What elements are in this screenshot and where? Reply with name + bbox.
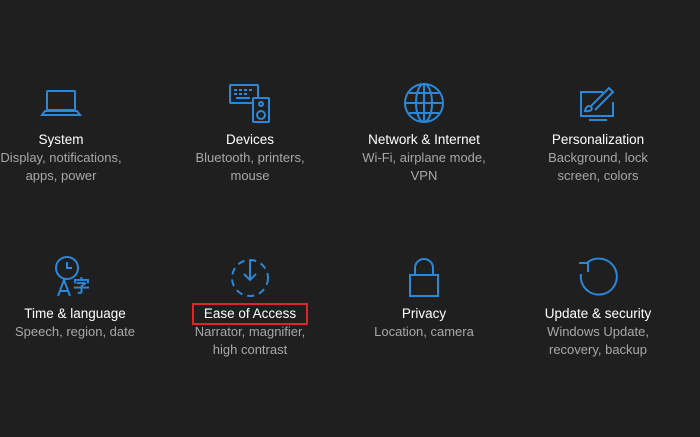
ease-of-access-icon: [227, 254, 273, 300]
tile-description: Speech, region, date: [15, 324, 135, 339]
tile-description: Location, camera: [374, 324, 474, 339]
tile-title: Time & language: [24, 306, 126, 321]
tile-description: Background, lock: [548, 150, 648, 165]
tile-update-security[interactable]: Update & security Windows Update, recove…: [513, 254, 683, 358]
tile-title: System: [38, 132, 84, 147]
tile-description: high contrast: [212, 341, 288, 357]
tile-description: Narrator, magnifier,: [194, 324, 306, 339]
paintbrush-screen-icon: [575, 80, 621, 126]
tile-description: apps, power: [25, 167, 97, 183]
tile-personalization[interactable]: Personalization Background, lock screen,…: [513, 80, 683, 184]
keyboard-speaker-icon: [227, 80, 273, 126]
svg-text:字: 字: [73, 276, 90, 297]
tile-privacy[interactable]: Privacy Location, camera: [339, 254, 509, 341]
tile-description: screen, colors: [557, 167, 639, 183]
tile-description: mouse: [230, 167, 270, 183]
tile-time-language[interactable]: 字 Time & language Speech, region, date: [0, 254, 160, 341]
laptop-icon: [38, 80, 84, 126]
tile-network-internet[interactable]: Network & Internet Wi-Fi, airplane mode,…: [339, 80, 509, 184]
tile-devices[interactable]: Devices Bluetooth, printers, mouse: [165, 80, 335, 184]
tile-title: Personalization: [551, 132, 645, 147]
refresh-icon: [575, 254, 621, 300]
settings-grid: System Display, notifications, apps, pow…: [0, 0, 700, 437]
tile-system[interactable]: System Display, notifications, apps, pow…: [0, 80, 146, 184]
tile-title: Network & Internet: [368, 132, 480, 147]
tile-title: Update & security: [544, 306, 652, 321]
lock-icon: [401, 254, 447, 300]
tile-description: Bluetooth, printers,: [195, 150, 305, 165]
tile-title: Devices: [225, 132, 274, 147]
tile-title: Ease of Access: [191, 303, 309, 325]
tile-title: Privacy: [401, 306, 447, 321]
tile-description: Wi-Fi, airplane mode,: [362, 150, 486, 165]
tile-description: VPN: [410, 167, 438, 183]
clock-language-icon: 字: [52, 254, 98, 300]
tile-ease-of-access[interactable]: Ease of Access Narrator, magnifier, high…: [165, 254, 335, 358]
tile-description: Display, notifications,: [0, 150, 122, 165]
tile-description: recovery, backup: [548, 341, 648, 357]
tile-description: Windows Update,: [547, 324, 649, 339]
globe-icon: [401, 80, 447, 126]
